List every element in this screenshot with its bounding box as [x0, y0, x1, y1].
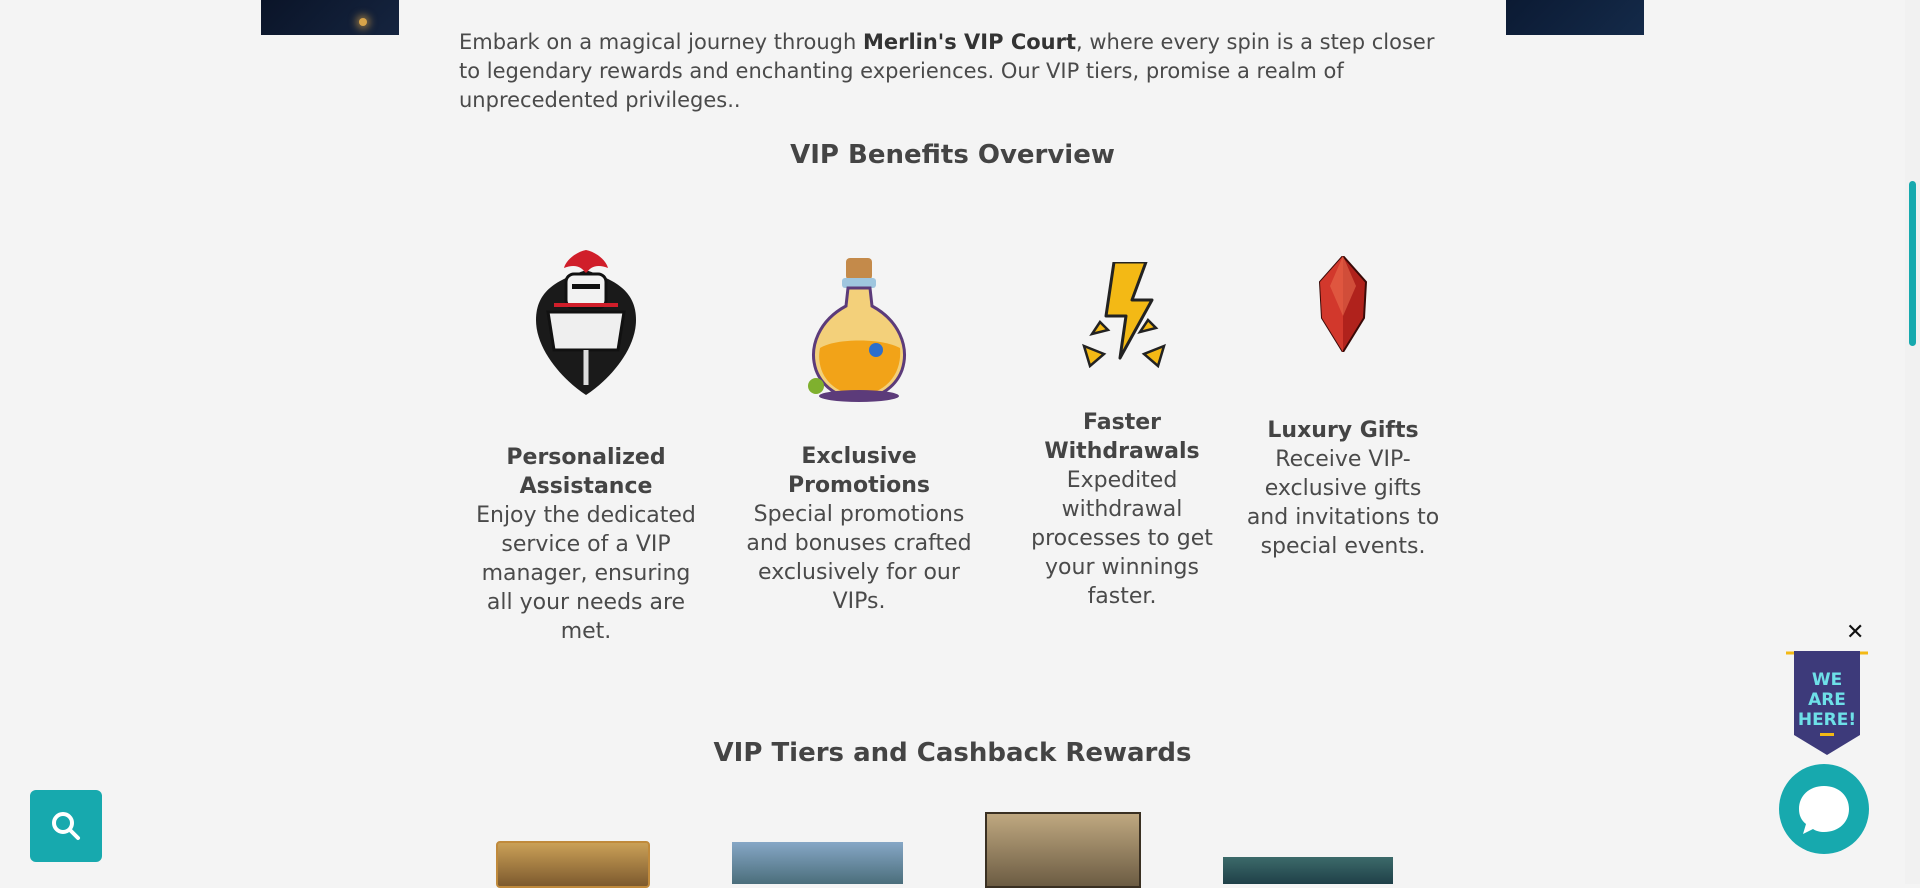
close-icon[interactable]: ✕	[1846, 620, 1864, 645]
search-button[interactable]	[30, 790, 102, 862]
chat-button[interactable]	[1779, 764, 1869, 854]
hero-image-right-edge	[1506, 0, 1644, 35]
lightning-bolt-icon	[1082, 262, 1166, 368]
scrollbar-track[interactable]	[1905, 0, 1920, 884]
search-icon	[52, 812, 80, 840]
banner-line-3: HERE!	[1798, 710, 1856, 730]
benefit-desc: Expedited withdrawal processes to get yo…	[1031, 468, 1213, 609]
benefit-desc: Enjoy the dedicated service of a VIP man…	[476, 503, 696, 644]
red-crystal-icon	[1318, 256, 1368, 352]
benefits-heading: VIP Benefits Overview	[790, 140, 1115, 170]
we-are-here-banner[interactable]: WE ARE HERE!	[1786, 645, 1868, 755]
benefit-title: Faster Withdrawals	[1044, 410, 1200, 464]
benefit-desc: Receive VIP-exclusive gifts and invitati…	[1246, 447, 1440, 559]
banner-line-2: ARE	[1808, 690, 1846, 710]
intro-brand: Merlin's VIP Court	[862, 30, 1077, 54]
intro-paragraph: Embark on a magical journey through Merl…	[459, 28, 1439, 115]
hero-image-left-edge	[261, 0, 399, 35]
benefit-desc: Special promotions and bonuses crafted e…	[746, 502, 972, 614]
scrollbar-thumb[interactable]	[1909, 181, 1916, 346]
tier-card-1[interactable]	[496, 841, 650, 888]
tier-card-4[interactable]	[1223, 857, 1393, 884]
potion-bottle-icon	[808, 258, 906, 402]
knight-shield-icon	[536, 250, 636, 395]
benefit-title: Luxury Gifts	[1267, 418, 1419, 443]
banner-line-1: WE	[1812, 670, 1842, 690]
tiers-heading: VIP Tiers and Cashback Rewards	[713, 738, 1192, 768]
benefit-title: Personalized Assistance	[506, 445, 666, 499]
benefit-title: Exclusive Promotions	[787, 444, 931, 498]
chat-bubble-icon	[1799, 786, 1849, 834]
intro-text-start: Embark on a magical journey through	[459, 30, 863, 54]
tier-card-3[interactable]	[985, 812, 1141, 888]
tier-card-2[interactable]	[732, 842, 903, 884]
